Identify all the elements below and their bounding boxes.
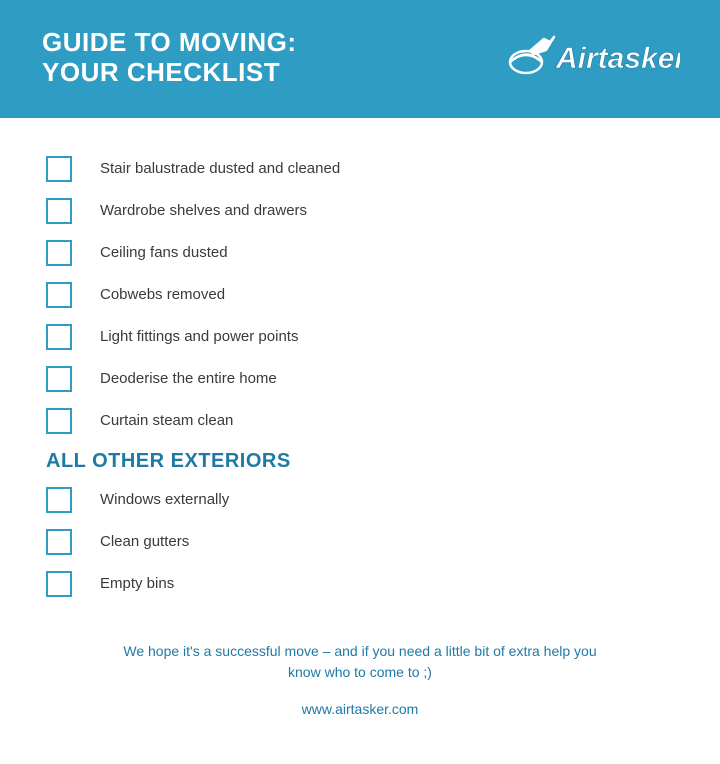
brand-name: Airtasker <box>555 42 680 75</box>
list-item: Empty bins <box>46 571 674 597</box>
item-label: Cobwebs removed <box>92 286 225 303</box>
checkbox[interactable] <box>46 324 72 350</box>
footer-url: www.airtasker.com <box>106 699 614 720</box>
checkbox[interactable] <box>46 366 72 392</box>
item-label: Windows externally <box>92 491 229 508</box>
list-item: Curtain steam clean <box>46 408 674 434</box>
checkbox[interactable] <box>46 240 72 266</box>
title-line-1: GUIDE TO MOVING: <box>42 28 297 58</box>
item-label: Deoderise the entire home <box>92 370 277 387</box>
footer: We hope it's a successful move – and if … <box>46 613 674 744</box>
item-label: Wardrobe shelves and drawers <box>92 202 307 219</box>
list-item: Deoderise the entire home <box>46 366 674 392</box>
section-heading-exteriors: ALL OTHER EXTERIORS <box>46 450 674 473</box>
page-title: GUIDE TO MOVING: YOUR CHECKLIST <box>42 28 297 88</box>
header: GUIDE TO MOVING: YOUR CHECKLIST Airtaske… <box>0 0 720 118</box>
item-label: Clean gutters <box>92 533 189 550</box>
brand-logo: Airtasker <box>500 28 680 87</box>
list-item: Wardrobe shelves and drawers <box>46 198 674 224</box>
checkbox[interactable] <box>46 487 72 513</box>
item-label: Empty bins <box>92 575 174 592</box>
checkbox[interactable] <box>46 408 72 434</box>
item-label: Curtain steam clean <box>92 412 233 429</box>
list-item: Stair balustrade dusted and cleaned <box>46 156 674 182</box>
page: GUIDE TO MOVING: YOUR CHECKLIST Airtaske… <box>0 0 720 761</box>
checkbox[interactable] <box>46 156 72 182</box>
checkbox[interactable] <box>46 198 72 224</box>
airtasker-logo-icon: Airtasker <box>500 28 680 82</box>
list-item: Cobwebs removed <box>46 282 674 308</box>
item-label: Ceiling fans dusted <box>92 244 228 261</box>
checkbox[interactable] <box>46 529 72 555</box>
list-item: Windows externally <box>46 487 674 513</box>
checklist-body: Stair balustrade dusted and cleaned Ward… <box>0 118 720 764</box>
list-item: Light fittings and power points <box>46 324 674 350</box>
list-item: Clean gutters <box>46 529 674 555</box>
footer-message: We hope it's a successful move – and if … <box>106 641 614 683</box>
item-label: Light fittings and power points <box>92 328 298 345</box>
list-item: Ceiling fans dusted <box>46 240 674 266</box>
checklist-section-2: Windows externally Clean gutters Empty b… <box>46 487 674 597</box>
checkbox[interactable] <box>46 571 72 597</box>
checkbox[interactable] <box>46 282 72 308</box>
item-label: Stair balustrade dusted and cleaned <box>92 160 340 177</box>
title-line-2: YOUR CHECKLIST <box>42 58 297 88</box>
checklist-section-1: Stair balustrade dusted and cleaned Ward… <box>46 156 674 434</box>
